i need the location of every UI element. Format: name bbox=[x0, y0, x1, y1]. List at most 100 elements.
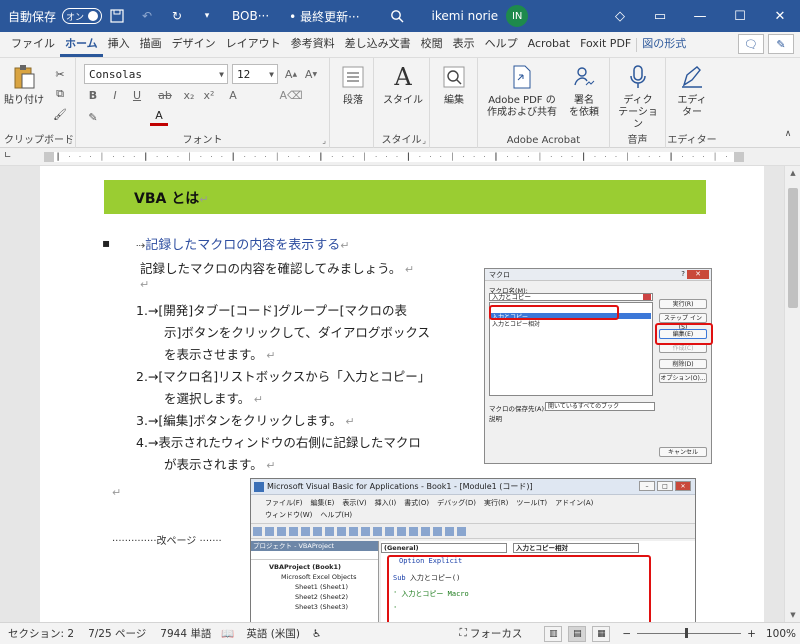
zoom-slider-knob[interactable] bbox=[685, 628, 689, 638]
section-indicator[interactable]: セクション: 2 bbox=[8, 626, 74, 641]
editing-mode-button[interactable]: ✎ bbox=[768, 34, 794, 54]
redo-icon[interactable]: ↻ bbox=[162, 0, 192, 32]
tab-review[interactable]: 校閲 bbox=[416, 33, 448, 57]
accessibility-icon[interactable]: ♿ bbox=[312, 628, 321, 640]
bold-icon[interactable]: B bbox=[84, 86, 102, 104]
collapse-ribbon-icon[interactable]: ∧ bbox=[780, 126, 796, 142]
format-painter-icon[interactable]: 🖌 bbox=[52, 106, 68, 122]
zoom-out-icon[interactable]: − bbox=[622, 628, 631, 640]
page-indicator[interactable]: 7/25 ページ bbox=[88, 626, 146, 641]
styles-button[interactable]: A スタイル bbox=[382, 62, 424, 107]
step-line[interactable]: 4.→表示されたウィンドウの右側に記録したマクロ bbox=[136, 432, 421, 451]
tab-file[interactable]: ファイル bbox=[6, 33, 60, 57]
web-layout-button[interactable]: ▦ bbox=[592, 625, 611, 642]
link-heading[interactable]: ⇢記録したマクロの内容を表示する↵ bbox=[136, 234, 349, 253]
maximize-button[interactable]: ☐ bbox=[720, 0, 760, 32]
editor-button[interactable]: エディ ター bbox=[670, 62, 714, 119]
strikethrough-icon[interactable]: ab bbox=[156, 86, 174, 104]
avatar[interactable]: IN bbox=[506, 5, 529, 27]
clear-formatting-icon[interactable]: A⌫ bbox=[279, 86, 302, 104]
vertical-scrollbar[interactable]: ▲ ▼ bbox=[784, 166, 800, 622]
paragraph-button[interactable]: 段落 bbox=[336, 62, 370, 107]
dictate-button[interactable]: ディク テーション bbox=[614, 62, 662, 131]
intro-text[interactable]: 記録したマクロの内容を確認してみましょう。 ↵ bbox=[140, 258, 414, 277]
minimize-button[interactable]: — bbox=[680, 0, 720, 32]
zoom-slider[interactable] bbox=[637, 628, 742, 638]
save-icon[interactable] bbox=[102, 0, 132, 32]
tab-view[interactable]: 表示 bbox=[448, 33, 480, 57]
tab-insert[interactable]: 挿入 bbox=[103, 33, 135, 57]
step-line[interactable]: が表示されます。 ↵ bbox=[164, 454, 275, 473]
tab-home[interactable]: ホーム bbox=[60, 33, 103, 57]
customize-qat-icon[interactable]: ▾ bbox=[192, 0, 222, 32]
font-size-select[interactable]: 12 ▼ bbox=[232, 64, 278, 84]
focus-mode-button[interactable]: ⛶ フォーカス bbox=[459, 626, 522, 641]
create-share-pdf-button[interactable]: Adobe PDF の 作成および共有 bbox=[484, 62, 560, 119]
comments-button[interactable]: 🗨 bbox=[738, 34, 764, 54]
zoom-in-icon[interactable]: + bbox=[747, 628, 756, 640]
undo-icon[interactable]: ↶ bbox=[132, 0, 162, 32]
print-layout-button[interactable]: ▤ bbox=[568, 625, 587, 642]
horizontal-ruler[interactable]: ∟ ┃ · · · │ · · · ┃ · · · │ · · · ┃ · · … bbox=[0, 148, 800, 166]
font-color-icon[interactable]: A bbox=[150, 108, 168, 126]
styles-launcher-icon[interactable]: ⌟ bbox=[422, 136, 426, 145]
tab-foxit[interactable]: Foxit PDF bbox=[575, 33, 636, 57]
macro-dialog-image[interactable]: マクロ ? ✕ マクロ名(M): 入力とコピー 入力とコピー 入力とコピー相対 … bbox=[484, 268, 713, 464]
cut-icon[interactable]: ✂ bbox=[52, 66, 68, 82]
language-indicator[interactable]: 英語 (米国) bbox=[246, 626, 300, 641]
tab-design[interactable]: デザイン bbox=[167, 33, 221, 57]
step-line[interactable]: 2.→[マクロ名]リストボックスから「入力とコピー」 bbox=[136, 366, 430, 385]
read-mode-button[interactable]: ▥ bbox=[544, 625, 563, 642]
paragraph-label: 段落 bbox=[343, 95, 363, 106]
heading-text[interactable]: VBA とは↵ bbox=[134, 188, 208, 208]
tab-help[interactable]: ヘルプ bbox=[480, 33, 523, 57]
close-button[interactable]: ✕ bbox=[760, 0, 800, 32]
copy-icon[interactable]: ⧉ bbox=[52, 86, 68, 102]
step-line[interactable]: を表示させます。 ↵ bbox=[164, 344, 275, 363]
tab-selector-icon[interactable]: ∟ bbox=[4, 151, 16, 163]
highlight-box-code bbox=[387, 555, 651, 622]
proofing-icon[interactable]: 📖 bbox=[221, 627, 234, 640]
document-area[interactable]: VBA とは↵ ▪ ⇢記録したマクロの内容を表示する↵ 記録したマクロの内容を確… bbox=[0, 166, 784, 622]
tab-layout[interactable]: レイアウト bbox=[221, 33, 286, 57]
search-icon[interactable] bbox=[382, 0, 412, 32]
focus-icon: ⛶ bbox=[459, 627, 467, 639]
step-line[interactable]: 示]ボタンをクリックして、ダイアログボックス bbox=[164, 322, 430, 341]
grow-font-icon[interactable]: A ▲ bbox=[282, 65, 300, 83]
step-line[interactable]: を選択します。 ↵ bbox=[164, 388, 263, 407]
saved-status[interactable]: • 最終更新··· bbox=[289, 0, 359, 32]
subscript-icon[interactable]: x₂ bbox=[180, 86, 198, 104]
font-name-select[interactable]: Consolas ▼ bbox=[84, 64, 228, 84]
doc-title[interactable]: BOB··· bbox=[232, 0, 269, 32]
vbe-menu-item: ヘルプ(H) bbox=[320, 511, 353, 519]
tab-picture-format[interactable]: 図の形式 bbox=[637, 33, 691, 57]
tab-acrobat[interactable]: Acrobat bbox=[523, 33, 575, 57]
document-page[interactable]: VBA とは↵ ▪ ⇢記録したマクロの内容を表示する↵ 記録したマクロの内容を確… bbox=[40, 166, 764, 622]
user-name[interactable]: ikemi norie bbox=[432, 0, 499, 32]
font-launcher-icon[interactable]: ⌟ bbox=[322, 136, 326, 145]
text-effects-icon[interactable]: A bbox=[224, 86, 242, 104]
step-line[interactable]: 3.→[編集]ボタンをクリックします。 ↵ bbox=[136, 410, 355, 429]
zoom-level[interactable]: 100% bbox=[766, 628, 796, 640]
superscript-icon[interactable]: x² bbox=[200, 86, 218, 104]
tab-mailings[interactable]: 差し込み文書 bbox=[340, 33, 416, 57]
autosave-toggle[interactable]: オン bbox=[62, 8, 103, 24]
paste-button[interactable]: 貼り付け bbox=[4, 62, 44, 107]
vbe-window-image[interactable]: Microsoft Visual Basic for Applications … bbox=[250, 478, 696, 622]
diamond-icon[interactable]: ◇ bbox=[600, 0, 640, 32]
scroll-thumb[interactable] bbox=[788, 188, 798, 308]
clipboard-launcher-icon[interactable]: ⌟ bbox=[68, 136, 72, 145]
ribbon-display-icon[interactable]: ▭ bbox=[640, 0, 680, 32]
step-line[interactable]: 1.→[開発]タブー[コード]グループー[マクロの表 bbox=[136, 300, 407, 319]
highlight-icon[interactable]: ✎ bbox=[84, 108, 102, 126]
tab-references[interactable]: 参考資料 bbox=[286, 33, 340, 57]
shrink-font-icon[interactable]: A ▼ bbox=[302, 65, 320, 83]
scroll-up-icon[interactable]: ▲ bbox=[785, 166, 800, 180]
request-signature-button[interactable]: 署名 を依頼 bbox=[562, 62, 606, 119]
tab-draw[interactable]: 描画 bbox=[135, 33, 167, 57]
underline-icon[interactable]: U bbox=[128, 86, 146, 104]
scroll-down-icon[interactable]: ▼ bbox=[785, 608, 800, 622]
word-count[interactable]: 7944 単語 bbox=[160, 626, 211, 641]
editing-button[interactable]: 編集 bbox=[436, 62, 472, 107]
italic-icon[interactable]: I bbox=[106, 86, 124, 104]
